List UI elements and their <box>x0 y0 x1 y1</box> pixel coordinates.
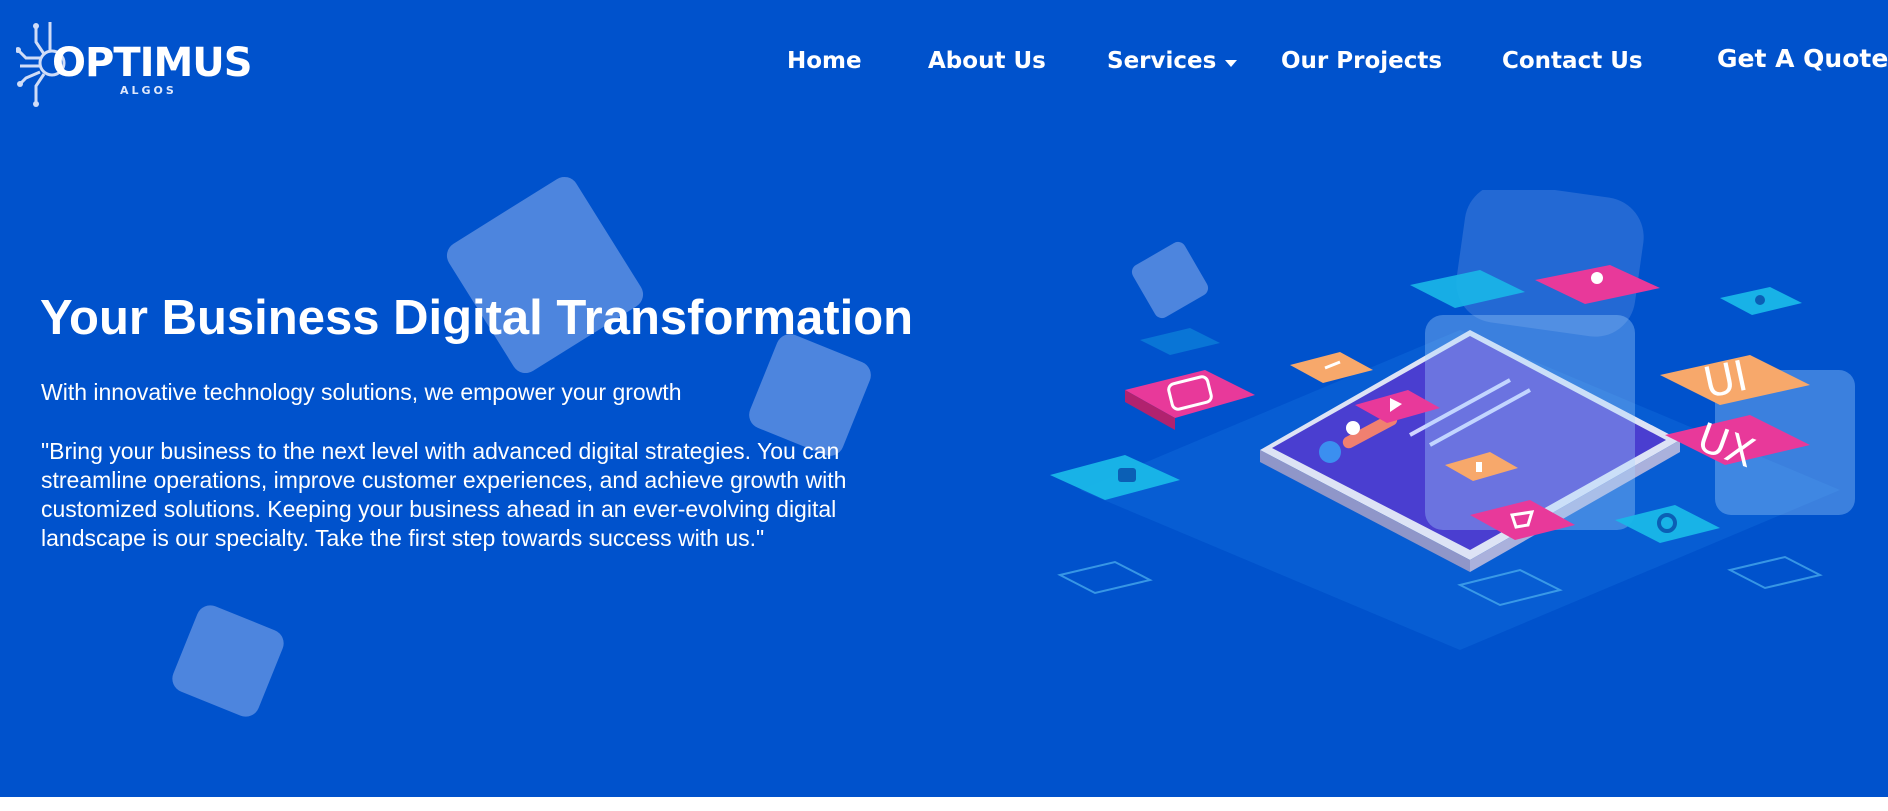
lock-icon <box>1118 468 1136 482</box>
nav-services[interactable]: Services <box>1107 48 1216 74</box>
user-icon <box>1591 272 1603 284</box>
hero-section: OPTIMUS ALGOS Home About Us Services Our… <box>0 0 1888 797</box>
nav-home[interactable]: Home <box>787 48 862 74</box>
chat-tile <box>1125 370 1255 430</box>
hero-subtitle: With innovative technology solutions, we… <box>41 379 682 405</box>
nav-about-us[interactable]: About Us <box>928 48 1046 74</box>
decorative-square <box>1131 241 1209 319</box>
location-icon <box>1755 295 1765 305</box>
decorative-square <box>168 601 288 721</box>
outline-tile <box>1140 328 1220 355</box>
location-tile <box>1720 287 1802 315</box>
chevron-down-icon[interactable] <box>1225 60 1237 67</box>
glass-panel <box>1425 315 1635 530</box>
get-a-quote-button[interactable]: Get A Quote <box>1717 44 1888 73</box>
decorative-square <box>441 171 649 379</box>
nav-contact-us[interactable]: Contact Us <box>1502 48 1643 74</box>
nav-our-projects[interactable]: Our Projects <box>1281 48 1442 74</box>
main-nav: Home About Us Services Our Projects Cont… <box>0 44 1888 84</box>
outline-tile <box>1057 560 1153 595</box>
outline-tile <box>1727 555 1823 590</box>
hero-title: Your Business Digital Transformation <box>40 291 914 345</box>
hero-illustration: UI UX <box>1050 190 1855 650</box>
logo-subtitle: ALGOS <box>120 84 177 97</box>
hero-paragraph: "Bring your business to the next level w… <box>41 438 847 551</box>
